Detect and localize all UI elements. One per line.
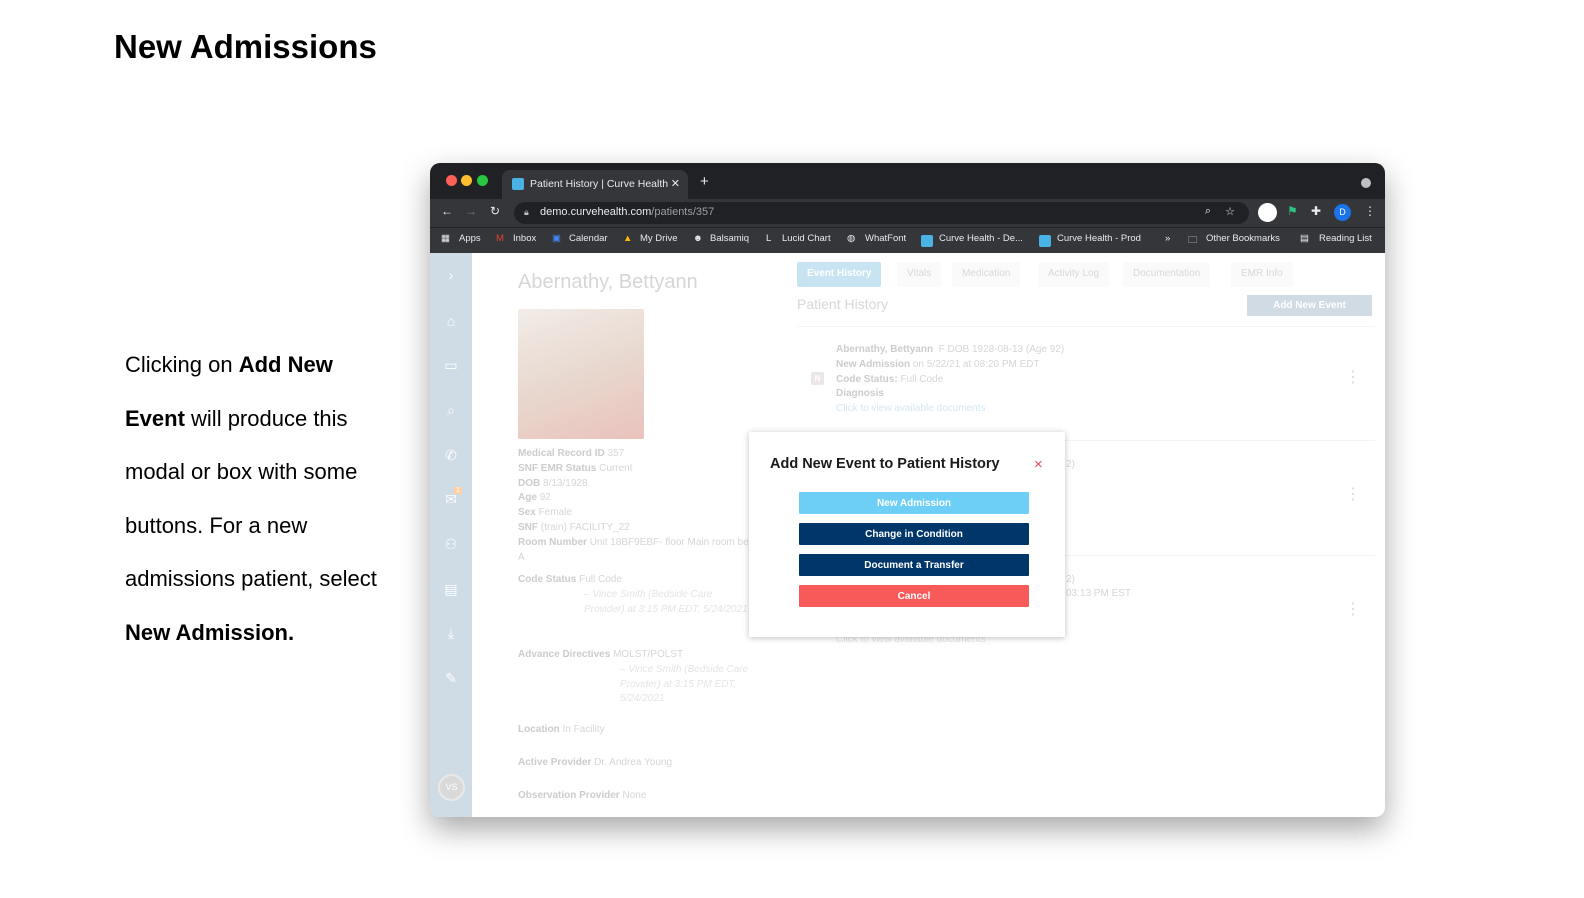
bookmark-apps[interactable]: Apps bbox=[459, 233, 481, 244]
calendar-icon: ▣ bbox=[552, 233, 561, 244]
reading-list[interactable]: Reading List bbox=[1319, 233, 1372, 244]
url-path: /patients/357 bbox=[651, 206, 715, 218]
back-icon[interactable]: ← bbox=[441, 204, 453, 218]
tab-title: Patient History | Curve Health bbox=[530, 178, 669, 190]
profile-avatar[interactable]: D bbox=[1334, 204, 1351, 221]
bookmark-curve-prod[interactable]: Curve Health - Prod bbox=[1057, 233, 1141, 244]
app-content: › ⌂ ▭ ⌕ ✆ ✉ 1 ⚇ ▤ ⤓ ✎ VS Abernathy, Bett… bbox=[430, 253, 1385, 817]
desc-bold: New Admission. bbox=[125, 619, 295, 645]
more-bookmarks-button[interactable]: » bbox=[1165, 233, 1170, 244]
browser-window: Patient History | Curve Health ✕ + ← → ↻… bbox=[430, 163, 1385, 817]
menu-icon[interactable]: ⋮ bbox=[1364, 204, 1376, 218]
browser-tab[interactable]: Patient History | Curve Health ✕ bbox=[502, 170, 688, 199]
reading-list-icon: ▤ bbox=[1300, 233, 1309, 244]
star-icon[interactable]: ☆ bbox=[1225, 205, 1235, 218]
folder-icon: 🗀︎ bbox=[1188, 235, 1198, 246]
bookmark-inbox[interactable]: Inbox bbox=[513, 233, 536, 244]
url-host: demo.curvehealth.com bbox=[540, 206, 652, 218]
bookmarks-bar: ▦ Apps M Inbox ▣ Calendar ▲ My Drive ☻ B… bbox=[430, 227, 1385, 253]
puzzle-icon[interactable]: ✚ bbox=[1311, 204, 1321, 218]
lock-icon: 🔒︎ bbox=[524, 207, 529, 217]
bookmark-calendar[interactable]: Calendar bbox=[569, 233, 608, 244]
desc-text: Clicking on bbox=[125, 352, 239, 377]
favicon-icon bbox=[1039, 235, 1051, 247]
new-tab-button[interactable]: + bbox=[700, 173, 709, 190]
minimize-window-button[interactable] bbox=[461, 175, 472, 186]
maximize-window-button[interactable] bbox=[477, 175, 488, 186]
close-tab-icon[interactable]: ✕ bbox=[671, 177, 680, 190]
drive-icon: ▲ bbox=[623, 233, 633, 244]
reload-icon[interactable]: ↻ bbox=[490, 204, 500, 218]
bookmark-whatfont[interactable]: WhatFont bbox=[865, 233, 906, 244]
document-transfer-button[interactable]: Document a Transfer bbox=[799, 554, 1029, 576]
extension-icon[interactable] bbox=[1258, 203, 1277, 222]
url-bar[interactable]: 🔒︎ demo.curvehealth.com/patients/357 ⌕ ☆ bbox=[514, 202, 1249, 224]
bookmark-balsamiq[interactable]: Balsamiq bbox=[710, 233, 749, 244]
add-event-modal: Add New Event to Patient History × New A… bbox=[749, 432, 1065, 637]
balsamiq-icon: ☻ bbox=[693, 233, 703, 244]
modal-title: Add New Event to Patient History bbox=[770, 456, 1000, 472]
globe-icon: ◍ bbox=[847, 233, 856, 244]
zoom-icon[interactable]: ⌕ bbox=[1205, 205, 1211, 218]
tab-search-icon[interactable] bbox=[1361, 178, 1371, 188]
tab-bar: Patient History | Curve Health ✕ + bbox=[430, 163, 1385, 199]
favicon-icon bbox=[512, 178, 524, 190]
forward-icon[interactable]: → bbox=[465, 204, 477, 218]
desc-text: will produce this modal or box with some… bbox=[125, 405, 377, 592]
close-icon[interactable]: × bbox=[1034, 456, 1043, 473]
favicon-icon bbox=[921, 235, 933, 247]
new-admission-button[interactable]: New Admission bbox=[799, 492, 1029, 514]
other-bookmarks[interactable]: Other Bookmarks bbox=[1206, 233, 1280, 244]
slide-title: New Admissions bbox=[114, 28, 377, 65]
apps-icon: ▦ bbox=[441, 233, 450, 244]
change-in-condition-button[interactable]: Change in Condition bbox=[799, 523, 1029, 545]
extension-icon[interactable]: ⚑ bbox=[1287, 204, 1298, 218]
bookmark-curve-dev[interactable]: Curve Health - De... bbox=[939, 233, 1023, 244]
bookmark-my-drive[interactable]: My Drive bbox=[640, 233, 677, 244]
gmail-icon: M bbox=[496, 233, 504, 244]
lucid-icon: L bbox=[766, 233, 772, 244]
cancel-button[interactable]: Cancel bbox=[799, 585, 1029, 607]
address-row: ← → ↻ 🔒︎ demo.curvehealth.com/patients/3… bbox=[430, 199, 1385, 227]
bookmark-lucid-chart[interactable]: Lucid Chart bbox=[782, 233, 831, 244]
slide-description: Clicking on Add New Event will produce t… bbox=[125, 338, 385, 659]
close-window-button[interactable] bbox=[446, 175, 457, 186]
